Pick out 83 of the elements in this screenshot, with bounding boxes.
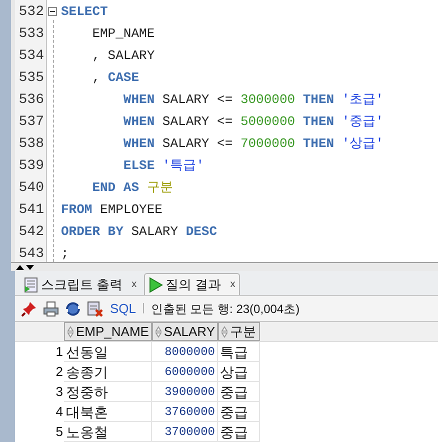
line-number: 532 — [18, 3, 45, 22]
sort-icon — [67, 326, 74, 338]
column-header[interactable]: EMP_NAME — [64, 322, 152, 341]
line-number: 543 — [18, 245, 45, 264]
table-cell: 6000000 — [152, 362, 218, 382]
sort-icon — [221, 326, 228, 338]
result-tab[interactable]: 질의 결과 x — [144, 273, 240, 295]
table-cell: 중급 — [218, 422, 260, 442]
sql-keyword: DESC — [186, 224, 218, 239]
column-alias: 구분 — [146, 180, 173, 195]
table-cell: 송종기 — [64, 362, 152, 382]
splitter-arrows-icon[interactable] — [15, 264, 35, 270]
sql-keyword: FROM — [61, 202, 94, 217]
document-icon — [24, 276, 38, 292]
table-cell: 정중하 — [64, 382, 152, 402]
close-icon[interactable]: x — [132, 277, 137, 292]
table-cell: 8000000 — [152, 342, 218, 362]
number-literal: 3000000 — [240, 92, 296, 107]
table-cell: 3760000 — [152, 402, 218, 422]
column-header[interactable]: SALARY — [152, 322, 218, 341]
table-cell: 중급 — [218, 382, 260, 402]
refresh-icon[interactable] — [65, 300, 81, 316]
line-number: 539 — [18, 157, 45, 176]
table-cell: 상급 — [218, 362, 260, 382]
sql-keyword: WHEN — [122, 92, 155, 107]
code-text: , SALARY — [91, 48, 155, 63]
line-number: 533 — [18, 25, 45, 44]
code-text: EMP_NAME — [91, 26, 155, 41]
row-number: 1 — [54, 343, 64, 361]
sql-keyword: THEN — [302, 92, 336, 107]
code-text: EMPLOYEE — [100, 202, 162, 217]
line-number: 534 — [18, 47, 45, 66]
delete-icon[interactable] — [87, 300, 104, 316]
sql-keyword: CASE — [108, 70, 140, 85]
row-number: 4 — [54, 403, 64, 421]
line-number: 535 — [18, 69, 45, 88]
row-number: 3 — [54, 383, 64, 401]
string-literal: '중급' — [342, 114, 384, 129]
play-icon — [148, 276, 163, 292]
line-number: 538 — [18, 135, 45, 154]
code-text: ; — [61, 246, 69, 261]
sql-keyword: ORDER BY — [61, 224, 124, 239]
code-text: , — [91, 70, 102, 85]
table-cell: 특급 — [218, 342, 260, 362]
code-text: SALARY <= — [161, 92, 234, 107]
table-cell: 중급 — [218, 402, 260, 422]
number-literal: 5000000 — [240, 114, 296, 129]
print-icon[interactable] — [43, 300, 59, 316]
result-tab[interactable]: 스크립트 출력 x — [19, 273, 142, 295]
line-number: 536 — [18, 91, 45, 110]
line-number: 541 — [18, 201, 45, 220]
string-literal: '초급' — [342, 92, 384, 107]
table-cell: 3900000 — [152, 382, 218, 402]
sql-keyword: SELECT — [61, 4, 108, 19]
sql-link[interactable]: SQL — [110, 298, 136, 318]
sql-keyword: ELSE — [122, 158, 156, 173]
fetch-status: 인출된 모든 행: 23(0,004초) — [150, 300, 300, 318]
fold-toggle-icon[interactable] — [48, 7, 57, 16]
string-literal: '특급' — [162, 158, 204, 173]
line-number: 537 — [18, 113, 45, 132]
code-text: SALARY <= — [161, 136, 234, 151]
column-header[interactable]: 구분 — [218, 322, 260, 341]
table-cell: 선동일 — [64, 342, 152, 362]
sort-icon — [155, 326, 162, 338]
row-number: 2 — [54, 363, 64, 381]
table-cell: 3700000 — [152, 422, 218, 442]
sql-keyword: END AS — [91, 180, 140, 195]
row-number: 5 — [54, 423, 64, 441]
table-cell: 노옹철 — [64, 422, 152, 442]
close-icon[interactable]: x — [230, 277, 236, 292]
number-literal: 7000000 — [240, 136, 296, 151]
sql-keyword: WHEN — [122, 114, 155, 129]
sql-keyword: WHEN — [122, 136, 155, 151]
sql-keyword: THEN — [302, 114, 336, 129]
string-literal: '상급' — [342, 136, 384, 151]
line-number: 542 — [18, 223, 45, 242]
table-cell: 대북혼 — [64, 402, 152, 422]
line-number: 540 — [18, 179, 45, 198]
pin-icon[interactable] — [21, 300, 37, 316]
sql-keyword: THEN — [302, 136, 336, 151]
code-text: SALARY — [131, 224, 180, 239]
code-text: SALARY <= — [161, 114, 234, 129]
separator: | — [142, 301, 145, 316]
